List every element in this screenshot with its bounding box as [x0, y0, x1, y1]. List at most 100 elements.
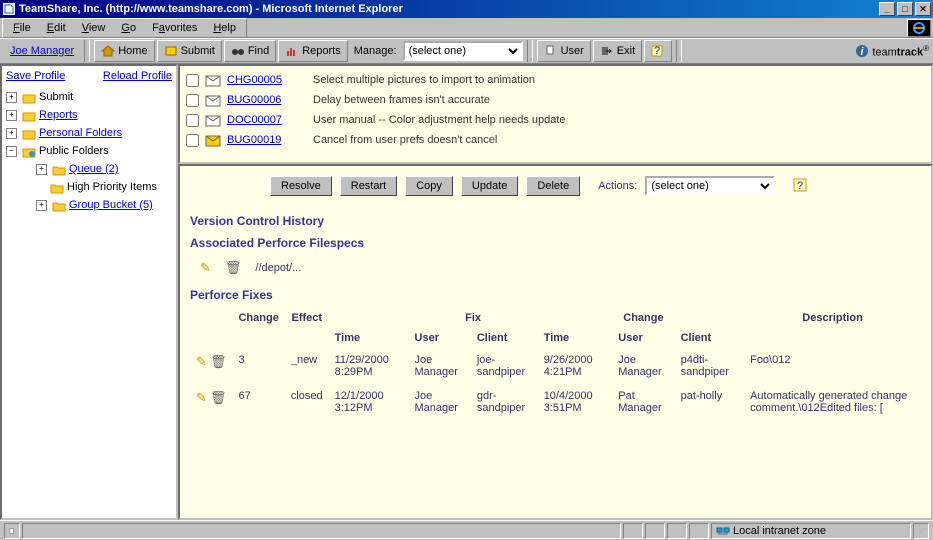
- issue-row: BUG00006 Delay between frames isn't accur…: [186, 90, 925, 110]
- statusbar: Local intranet zone: [0, 520, 933, 540]
- menu-go[interactable]: Go: [113, 20, 144, 36]
- issue-id-link[interactable]: CHG00005: [227, 70, 307, 90]
- actions-select[interactable]: (select one): [645, 176, 775, 196]
- personal-folder-icon: [22, 128, 36, 139]
- manage-select[interactable]: (select one): [403, 41, 523, 61]
- status-doc-icon: [4, 523, 20, 539]
- tree-submit[interactable]: Submit: [6, 88, 172, 106]
- actions-help-button[interactable]: ?: [793, 178, 807, 195]
- issue-checkbox[interactable]: [186, 114, 199, 127]
- resolve-button[interactable]: Resolve: [270, 176, 332, 196]
- home-button[interactable]: Home: [94, 40, 154, 62]
- teamtrack-brand: i teamtrack®: [855, 44, 929, 59]
- submit-icon: [164, 45, 178, 57]
- submit-folder-icon: [22, 92, 36, 103]
- folder-icon: [52, 200, 66, 211]
- envelope-icon: [205, 94, 221, 106]
- current-user-link[interactable]: Joe Manager: [4, 45, 80, 57]
- edit-icon[interactable]: ✎: [196, 390, 207, 405]
- home-icon: [101, 45, 115, 57]
- restart-button[interactable]: Restart: [340, 176, 397, 196]
- trash-icon[interactable]: 🗑: [210, 354, 227, 369]
- menu-edit[interactable]: Edit: [39, 20, 74, 36]
- issue-description: User manual -- Color adjustment help nee…: [313, 110, 566, 130]
- public-folder-icon: [22, 146, 36, 157]
- tree-high-priority[interactable]: High Priority Items: [36, 178, 172, 196]
- resize-grip[interactable]: [913, 523, 929, 539]
- info-icon: i: [855, 44, 869, 58]
- issue-description: Cancel from user prefs doesn't cancel: [313, 130, 497, 150]
- issue-description: Select multiple pictures to import to an…: [313, 70, 535, 90]
- status-zone: Local intranet zone: [711, 523, 911, 539]
- issue-description: Delay between frames isn't accurate: [313, 90, 490, 110]
- th-change-user: User: [612, 328, 674, 348]
- tree-queue[interactable]: Queue (2): [36, 160, 172, 178]
- folder-tree: Submit Reports Personal Folders Public F…: [6, 88, 172, 214]
- window-title: TeamShare, Inc. (http://www.teamshare.co…: [19, 3, 879, 15]
- section-perforce-fixes: Perforce Fixes: [190, 288, 921, 302]
- trash-icon[interactable]: 🗑: [225, 260, 242, 276]
- actions-label: Actions:: [598, 180, 637, 192]
- folder-icon: [50, 182, 64, 193]
- tree-reports[interactable]: Reports: [6, 106, 172, 124]
- binoculars-icon: [231, 45, 245, 57]
- cell-effect: closed: [285, 384, 329, 420]
- envelope-icon: [205, 134, 221, 146]
- close-button[interactable]: ✕: [915, 2, 931, 16]
- th-client: Client: [471, 328, 538, 348]
- th-client2: Client: [675, 328, 744, 348]
- find-button[interactable]: Find: [224, 40, 276, 62]
- user-icon: [544, 45, 558, 57]
- fix-row: ✎ 🗑67closed12/1/2000 3:12PMJoe Managergd…: [190, 384, 921, 420]
- submit-button[interactable]: Submit: [157, 40, 222, 62]
- edit-icon[interactable]: ✎: [196, 354, 207, 369]
- cell-effect: _new: [285, 348, 329, 384]
- edit-icon[interactable]: ✎: [200, 260, 211, 276]
- minimize-button[interactable]: _: [879, 2, 895, 16]
- detail-pane: Resolve Restart Copy Update Delete Actio…: [178, 164, 933, 520]
- tree-group-bucket[interactable]: Group Bucket (5): [36, 196, 172, 214]
- cell-time: 11/29/2000 8:29PM: [329, 348, 409, 384]
- cell-client: joe-sandpiper: [471, 348, 538, 384]
- cell-description: Foo\012: [744, 348, 921, 384]
- th-change2: Change: [612, 308, 674, 328]
- issue-checkbox[interactable]: [186, 94, 199, 107]
- cell-client: gdr-sandpiper: [471, 384, 538, 420]
- menu-help[interactable]: Help: [205, 20, 244, 36]
- delete-button[interactable]: Delete: [526, 176, 580, 196]
- menubar: File Edit View Go Favorites Help: [0, 18, 933, 38]
- fixes-table: Change Effect Fix Change Description Tim…: [190, 308, 921, 420]
- toolbar-help-button[interactable]: ?: [644, 40, 672, 62]
- sidebar: Save Profile Reload Profile Submit Repor…: [0, 64, 178, 520]
- trash-icon[interactable]: 🗑: [210, 390, 227, 405]
- tree-public-folders[interactable]: Public Folders: [6, 142, 172, 160]
- exit-button[interactable]: Exit: [593, 40, 642, 62]
- reload-profile-link[interactable]: Reload Profile: [103, 70, 172, 82]
- maximize-button[interactable]: □: [897, 2, 913, 16]
- ie-page-icon: [2, 2, 16, 16]
- th-description: Description: [744, 308, 921, 328]
- menu-favorites[interactable]: Favorites: [144, 20, 205, 36]
- cell-time2: 9/26/2000 4:21PM: [538, 348, 613, 384]
- reports-button[interactable]: Reports: [278, 40, 348, 62]
- section-version-control-history: Version Control History: [190, 214, 921, 228]
- cell-time: 12/1/2000 3:12PM: [329, 384, 409, 420]
- fix-row: ✎ 🗑3_new11/29/2000 8:29PMJoe Managerjoe-…: [190, 348, 921, 384]
- issue-id-link[interactable]: DOC00007: [227, 110, 307, 130]
- filespec-path: //depot/...: [255, 262, 301, 274]
- user-button[interactable]: User: [537, 40, 591, 62]
- issue-id-link[interactable]: BUG00006: [227, 90, 307, 110]
- issue-checkbox[interactable]: [186, 134, 199, 147]
- issue-checkbox[interactable]: [186, 74, 199, 87]
- save-profile-link[interactable]: Save Profile: [6, 70, 65, 82]
- cell-client2: p4dti-sandpiper: [675, 348, 744, 384]
- intranet-icon: [716, 525, 730, 537]
- envelope-icon: [205, 114, 221, 126]
- issue-id-link[interactable]: BUG00019: [227, 130, 307, 150]
- copy-button[interactable]: Copy: [405, 176, 453, 196]
- menu-view[interactable]: View: [74, 20, 114, 36]
- menu-file[interactable]: File: [5, 20, 39, 36]
- tree-personal-folders[interactable]: Personal Folders: [6, 124, 172, 142]
- th-fix-user: User: [409, 328, 471, 348]
- update-button[interactable]: Update: [461, 176, 518, 196]
